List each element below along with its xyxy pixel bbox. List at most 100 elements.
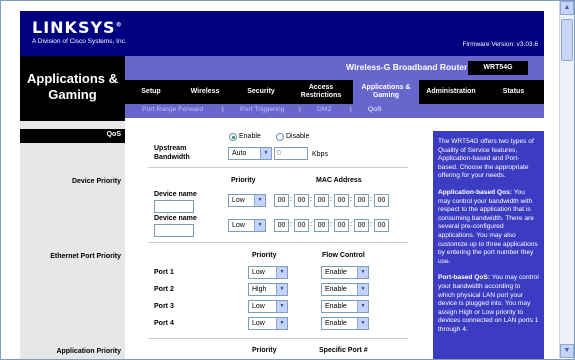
subtab-separator: | — [222, 106, 224, 113]
divider-strip — [423, 121, 433, 359]
mac-octet-input[interactable]: 00 — [294, 219, 309, 232]
tab-status[interactable]: Status — [483, 80, 544, 104]
upstream-bandwidth-input[interactable]: 0 — [274, 147, 308, 160]
qos-label: QoS — [106, 131, 121, 138]
mac-separator: : — [310, 221, 312, 228]
mac-separator: : — [330, 196, 332, 203]
chevron-down-icon: ▼ — [357, 301, 368, 312]
divider — [148, 167, 408, 168]
subtab-port-triggering[interactable]: Port Triggering — [240, 106, 285, 113]
port-1-label: Port 1 — [154, 269, 174, 276]
chevron-down-icon: ▼ — [357, 284, 368, 295]
ethernet-port-priority-label: Ethernet Port Priority — [50, 253, 121, 260]
tab-wireless[interactable]: Wireless — [177, 80, 233, 104]
chevron-down-icon: ▼ — [357, 318, 368, 329]
scroll-down-icon[interactable]: ▼ — [560, 344, 574, 358]
device-name-input[interactable] — [154, 200, 194, 213]
tab-access-restrictions[interactable]: Access Restrictions — [289, 80, 353, 104]
device-name-label: Device name — [154, 191, 197, 198]
subtab-separator: | — [299, 106, 301, 113]
mac-separator: : — [290, 196, 292, 203]
port-2-label: Port 2 — [154, 286, 174, 293]
chevron-down-icon: ▼ — [276, 267, 287, 278]
qos-disable-label: Disable — [286, 133, 310, 140]
mac-octet-input[interactable]: 00 — [274, 194, 289, 207]
device-name-input[interactable] — [154, 224, 194, 237]
page-title: Applications & Gaming — [20, 56, 125, 121]
port-3-priority-select[interactable]: Low ▼ — [248, 300, 288, 313]
subtab-qos[interactable]: QoS — [368, 106, 382, 113]
mac-separator: : — [330, 221, 332, 228]
help-application-qos: Application-based Qos: You may control y… — [438, 188, 538, 265]
port-4-label: Port 4 — [154, 320, 174, 327]
port-4-flow-control-select[interactable]: Enable ▼ — [321, 317, 369, 330]
main-tabs: Setup Wireless Security Access Restricti… — [125, 79, 544, 104]
ethernet-priority-col-header: Priority — [252, 252, 277, 259]
page: LINKSYS® A Division of Cisco Systems, In… — [1, 1, 560, 359]
subtab-separator: | — [350, 106, 352, 113]
application-priority-label: Application Priority — [56, 348, 121, 355]
mac-octet-input[interactable]: 00 — [294, 194, 309, 207]
mac-separator: : — [290, 221, 292, 228]
logo-subtitle: A Division of Cisco Systems, Inc. — [32, 38, 127, 45]
chevron-down-icon: ▼ — [254, 195, 265, 206]
linksys-logo: LINKSYS® — [32, 18, 123, 37]
mac-octet-input[interactable]: 00 — [354, 194, 369, 207]
port-1-flow-control-select[interactable]: Enable ▼ — [321, 266, 369, 279]
subtab-port-range-forward[interactable]: Port Range Forward — [142, 106, 203, 113]
tab-security[interactable]: Security — [233, 80, 289, 104]
specific-port-col-header: Specific Port # — [319, 347, 368, 354]
device-name-label: Device name — [154, 215, 197, 222]
port-1-priority-select[interactable]: Low ▼ — [248, 266, 288, 279]
mac-octet-input[interactable]: 00 — [314, 219, 329, 232]
product-band: Wireless-G Broadband Router WRT54G — [125, 56, 544, 80]
qos-enable-label: Enable — [239, 133, 261, 140]
chevron-down-icon: ▼ — [276, 284, 287, 295]
chevron-down-icon: ▼ — [260, 148, 271, 159]
mac-octet-input[interactable]: 00 — [374, 194, 389, 207]
mac-octet-input[interactable]: 00 — [354, 219, 369, 232]
help-intro: The WRT54G offers two types of Quality o… — [438, 138, 534, 180]
tab-applications-gaming[interactable]: Applications & Gaming — [353, 79, 419, 104]
divider — [148, 338, 408, 339]
divider — [148, 242, 408, 243]
left-column: QoS Device Priority Ethernet Port Priori… — [20, 121, 125, 359]
scroll-up-icon[interactable]: ▲ — [560, 1, 574, 15]
mac-octet-input[interactable]: 00 — [274, 219, 289, 232]
help-panel: The WRT54G offers two types of Quality o… — [433, 131, 544, 359]
sub-tabs: Port Range Forward | Port Triggering | D… — [125, 104, 544, 118]
mac-octet-input[interactable]: 00 — [374, 219, 389, 232]
header-bar: LINKSYS® A Division of Cisco Systems, In… — [20, 11, 544, 56]
chevron-down-icon: ▼ — [254, 220, 265, 231]
mac-octet-input[interactable]: 00 — [334, 219, 349, 232]
upstream-bandwidth-select[interactable]: Auto ▼ — [228, 147, 272, 160]
port-2-priority-select[interactable]: High ▼ — [248, 283, 288, 296]
mac-separator: : — [370, 196, 372, 203]
scrollbar-thumb[interactable] — [561, 19, 573, 61]
device-priority-col-header: Priority — [231, 177, 256, 184]
model-badge: WRT54G — [468, 61, 528, 75]
tab-administration[interactable]: Administration — [419, 80, 483, 104]
port-3-label: Port 3 — [154, 303, 174, 310]
chevron-down-icon: ▼ — [357, 267, 368, 278]
application-priority-col-header: Priority — [252, 347, 277, 354]
product-name: Wireless-G Broadband Router — [346, 62, 468, 72]
help-port-qos: Port-based QoS: You may control your ban… — [438, 274, 539, 333]
mac-separator: : — [310, 196, 312, 203]
device-priority-select[interactable]: Low ▼ — [228, 219, 266, 232]
device-priority-select[interactable]: Low ▼ — [228, 194, 266, 207]
vertical-scrollbar[interactable]: ▲ ▼ — [559, 1, 574, 358]
port-2-flow-control-select[interactable]: Enable ▼ — [321, 283, 369, 296]
tab-setup[interactable]: Setup — [125, 80, 177, 104]
port-4-priority-select[interactable]: Low ▼ — [248, 317, 288, 330]
subtab-dmz[interactable]: DMZ — [317, 106, 332, 113]
port-3-flow-control-select[interactable]: Enable ▼ — [321, 300, 369, 313]
upstream-bandwidth-label: Upstream Bandwidth — [154, 145, 190, 161]
kbps-unit: Kbps — [312, 151, 328, 158]
mac-octet-input[interactable]: 00 — [314, 194, 329, 207]
qos-disable-radio[interactable] — [276, 133, 284, 141]
mac-separator: : — [350, 221, 352, 228]
qos-enable-radio[interactable] — [229, 133, 237, 141]
mac-octet-input[interactable]: 00 — [334, 194, 349, 207]
flow-control-col-header: Flow Control — [322, 252, 365, 259]
